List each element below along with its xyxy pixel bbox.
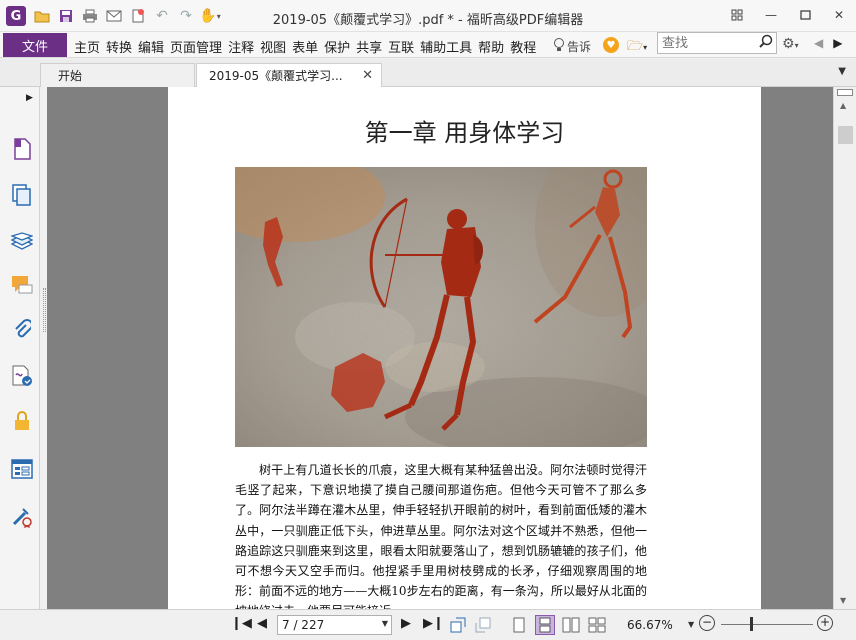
menu-protect[interactable]: 保护 — [321, 37, 353, 56]
gear-icon[interactable]: ⚙▾ — [782, 36, 799, 52]
form-fields-icon[interactable] — [10, 457, 34, 481]
layers-icon[interactable] — [10, 229, 34, 253]
previous-page-icon[interactable]: ◀ — [257, 616, 267, 631]
continuous-view-icon[interactable] — [535, 615, 555, 635]
ribbon-nav: ◀ ▶ — [814, 36, 842, 50]
zoom-slider-thumb[interactable] — [749, 617, 753, 631]
zoom-level[interactable]: 66.67% — [627, 618, 673, 632]
page-indicator: 7 / 227 — [282, 618, 325, 632]
undo-icon[interactable]: ↶ — [152, 7, 172, 25]
split-view-handle[interactable] — [837, 89, 853, 96]
maximize-icon[interactable] — [788, 0, 822, 30]
menu-edit[interactable]: 编辑 — [135, 37, 167, 56]
chevron-left-icon[interactable]: ◀ — [814, 36, 823, 50]
minimize-icon[interactable]: — — [754, 0, 788, 30]
page-thumbnail-icon[interactable] — [10, 137, 34, 161]
certify-icon[interactable] — [10, 505, 34, 529]
close-tab-icon[interactable]: ✕ — [362, 68, 373, 83]
menu-items: 主页 转换 编辑 页面管理 注释 视图 表单 保护 共享 互联 辅助工具 帮助 … — [71, 37, 539, 56]
first-page-icon[interactable]: ❙◀ — [231, 616, 252, 631]
restore-layout-icon[interactable] — [720, 0, 754, 30]
body-text: 树干上有几道长长的爪痕，这里大概有某种猛兽出没。阿尔法顿时觉得汗毛竖了起来，下意… — [235, 460, 647, 609]
heart-icon[interactable]: ♥ — [603, 37, 619, 53]
search-input[interactable] — [658, 33, 758, 53]
menu-connect[interactable]: 互联 — [385, 37, 417, 56]
menu-home[interactable]: 主页 — [71, 37, 103, 56]
app-logo: G — [6, 6, 26, 26]
attachments-icon[interactable] — [10, 318, 34, 342]
folder-open-icon[interactable] — [32, 7, 52, 25]
tab-list-dropdown-icon[interactable]: ▼ — [838, 66, 846, 77]
menu-comment[interactable]: 注释 — [225, 37, 257, 56]
status-bar: ❙◀ ◀ 7 / 227 ▼ ▶ ▶❙ 66.67% ▼ − + — [0, 609, 856, 640]
last-page-icon[interactable]: ▶❙ — [423, 616, 444, 631]
page-number-field[interactable]: 7 / 227 ▼ — [277, 615, 392, 635]
zoom-dropdown-icon[interactable]: ▼ — [688, 620, 694, 629]
document-canvas[interactable]: 第一章 用身体学习 树干上有几道长长的爪痕，这里大概有某种猛兽出没。阿尔法顿时觉… — [47, 87, 833, 609]
lightbulb-icon — [553, 37, 565, 55]
menu-form[interactable]: 表单 — [289, 37, 321, 56]
menu-tutorial[interactable]: 教程 — [507, 37, 539, 56]
zoom-in-icon[interactable]: + — [817, 615, 833, 631]
security-lock-icon[interactable] — [10, 409, 34, 433]
continuous-facing-view-icon[interactable] — [587, 615, 607, 635]
pages-icon[interactable] — [10, 183, 34, 207]
menu-help[interactable]: 帮助 — [475, 37, 507, 56]
next-page-icon[interactable]: ▶ — [401, 616, 411, 631]
go-to-previous-view-icon[interactable] — [448, 615, 468, 635]
body-paragraph: 树干上有几道长长的爪痕，这里大概有某种猛兽出没。阿尔法顿时觉得汗毛竖了起来，下意… — [235, 463, 647, 609]
chapter-title: 第一章 用身体学习 — [364, 119, 565, 147]
new-icon[interactable] — [128, 7, 148, 25]
email-icon[interactable] — [104, 7, 124, 25]
search-box — [657, 32, 777, 54]
window-controls: — ✕ — [720, 0, 856, 30]
redo-icon[interactable]: ↷ — [176, 7, 196, 25]
search-icon[interactable] — [759, 34, 773, 52]
menu-share[interactable]: 共享 — [353, 37, 385, 56]
tab-document-label: 2019-05《颠覆式学习... — [209, 69, 343, 83]
rock-painting-image — [235, 167, 647, 447]
menu-page-organize[interactable]: 页面管理 — [167, 37, 225, 56]
close-icon[interactable]: ✕ — [822, 0, 856, 30]
quick-access-toolbar: ↶ ↷ ✋ ▾ — [32, 7, 221, 25]
menu-view[interactable]: 视图 — [257, 37, 289, 56]
single-page-view-icon[interactable] — [509, 615, 529, 635]
zoom-out-icon[interactable]: − — [699, 615, 715, 631]
page-dropdown-icon[interactable]: ▼ — [382, 619, 388, 628]
navigation-pane: ▶ — [0, 87, 40, 609]
tab-start[interactable]: 开始 — [40, 63, 195, 87]
facing-view-icon[interactable] — [561, 615, 581, 635]
menu-accessibility[interactable]: 辅助工具 — [417, 37, 475, 56]
go-to-next-view-icon[interactable] — [473, 615, 493, 635]
scroll-down-icon[interactable]: ▼ — [840, 596, 846, 605]
scrollbar-thumb[interactable] — [838, 126, 853, 144]
pane-resize-handle[interactable] — [43, 288, 46, 332]
print-icon[interactable] — [80, 7, 100, 25]
comments-icon[interactable] — [10, 273, 34, 297]
scroll-up-icon[interactable]: ▲ — [840, 101, 846, 110]
signature-icon[interactable] — [10, 364, 34, 388]
title-bar: G ↶ ↷ ✋ ▾ 2019-05《颠覆式学习》.pdf * - 福昕高级PDF编… — [0, 0, 856, 32]
pdf-page: 第一章 用身体学习 树干上有几道长长的爪痕，这里大概有某种猛兽出没。阿尔法顿时觉… — [168, 87, 761, 609]
menu-convert[interactable]: 转换 — [103, 37, 135, 56]
chevron-right-icon[interactable]: ▶ — [833, 36, 842, 50]
hand-tool-icon[interactable]: ✋ ▾ — [199, 7, 220, 25]
find-folder-icon[interactable]: 🗁▾ — [627, 37, 647, 59]
zoom-slider[interactable] — [721, 624, 813, 625]
tell-me-label: 告诉 — [567, 39, 592, 54]
vertical-scrollbar[interactable]: ▲ ▼ — [833, 87, 856, 609]
expand-pane-icon[interactable]: ▶ — [26, 93, 33, 103]
tab-start-label: 开始 — [58, 69, 83, 83]
tell-me[interactable]: 告诉 — [553, 37, 591, 55]
tab-document[interactable]: 2019-05《颠覆式学习... ✕ — [196, 63, 382, 87]
file-menu-button[interactable]: 文件 — [3, 33, 67, 57]
save-icon[interactable] — [56, 7, 76, 25]
document-tabs: 开始 2019-05《颠覆式学习... ✕ ▼ — [0, 59, 856, 87]
